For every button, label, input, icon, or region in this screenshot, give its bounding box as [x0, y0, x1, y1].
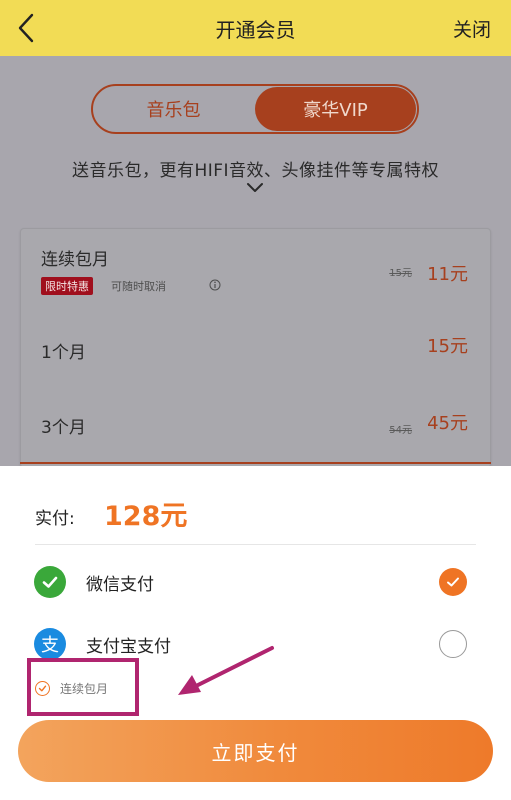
plan-list: 连续包月 15元 11元 限时特惠 可随时取消 1个月 15元 3个月 54元 … [20, 228, 491, 468]
wechat-pay-icon [34, 566, 66, 598]
check-circle-icon [35, 681, 50, 696]
cancel-anytime-note: 可随时取消 [111, 280, 166, 293]
back-arrow-icon [18, 13, 34, 43]
plan-price: 11元 [427, 264, 468, 285]
alipay-radio[interactable] [439, 630, 467, 658]
close-button[interactable]: 关闭 [453, 15, 491, 42]
membership-type-switch: 音乐包 豪华VIP [91, 84, 419, 134]
plan-three-months[interactable]: 3个月 54元 45元 [21, 395, 490, 465]
plan-name: 1个月 [41, 343, 86, 363]
tab-deluxe-vip[interactable]: 豪华VIP [255, 87, 416, 131]
chevron-down-icon[interactable] [245, 181, 265, 195]
plan-price: 45元 [427, 413, 468, 434]
plan-original-price: 54元 [389, 425, 412, 436]
plan-original-price: 15元 [389, 268, 412, 279]
wechat-radio[interactable] [439, 568, 467, 596]
plan-name: 3个月 [41, 418, 86, 438]
limited-offer-badge: 限时特惠 [41, 277, 93, 295]
plan-monthly-auto[interactable]: 连续包月 15元 11元 限时特惠 可随时取消 [21, 229, 490, 299]
check-icon [447, 577, 459, 587]
payment-label: 支付宝支付 [86, 637, 171, 657]
auto-renew-checkbox[interactable]: 连续包月 [35, 680, 108, 697]
plan-price: 15元 [427, 336, 468, 357]
plan-name: 连续包月 [41, 250, 109, 270]
pay-now-button[interactable]: 立即支付 [18, 720, 493, 782]
privilege-description: 送音乐包，更有HIFI音效、头像挂件等专属特权 [71, 161, 440, 181]
info-icon[interactable] [209, 279, 221, 291]
tab-music-package[interactable]: 音乐包 [93, 86, 254, 132]
wechat-check-icon [42, 576, 58, 588]
amount-label: 实付: [35, 509, 75, 529]
payment-option-wechat[interactable]: 微信支付 [0, 552, 511, 612]
auto-renew-label: 连续包月 [60, 682, 109, 696]
divider [35, 544, 476, 545]
page-title: 开通会员 [215, 18, 296, 42]
payment-sheet: 实付: 128元 微信支付 支 支付宝支付 连续包月 立即支付 [0, 466, 511, 800]
back-button[interactable] [8, 8, 44, 48]
amount-value: 128元 [104, 501, 188, 532]
plan-one-month[interactable]: 1个月 15元 [21, 317, 490, 387]
annotation-arrow-icon [178, 646, 274, 695]
alipay-icon: 支 [34, 628, 66, 660]
top-bar: 开通会员 关闭 [0, 0, 511, 56]
payment-label: 微信支付 [86, 575, 154, 595]
